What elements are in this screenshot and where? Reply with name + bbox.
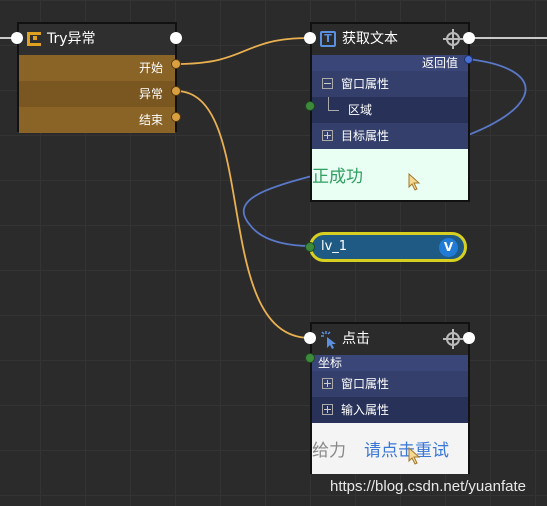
region-label: 区域 bbox=[348, 103, 373, 117]
tree-branch-icon bbox=[328, 97, 339, 111]
gettext-flow-in-port[interactable] bbox=[304, 32, 316, 44]
cursor-icon bbox=[408, 173, 421, 191]
region-port[interactable] bbox=[305, 101, 315, 111]
click-header[interactable]: 点击 bbox=[312, 324, 468, 355]
try-row-exception: 异常 bbox=[19, 81, 175, 107]
click-window-attr-label: 窗口属性 bbox=[341, 377, 390, 391]
coord-row: 坐标 bbox=[312, 355, 468, 371]
try-row-label: 结束 bbox=[138, 113, 163, 127]
expand-icon[interactable] bbox=[322, 378, 333, 389]
collapse-icon[interactable] bbox=[322, 78, 333, 89]
try-flow-in-port[interactable] bbox=[11, 32, 23, 44]
window-attr-row[interactable]: 窗口属性 bbox=[312, 71, 468, 97]
click-flow-out-port[interactable] bbox=[463, 332, 475, 344]
window-attr-label: 窗口属性 bbox=[341, 77, 390, 91]
try-flow-out-port[interactable] bbox=[170, 32, 182, 44]
input-attr-label: 输入属性 bbox=[341, 403, 390, 417]
click-title: 点击 bbox=[342, 331, 370, 347]
expand-icon[interactable] bbox=[322, 404, 333, 415]
crosshair-icon[interactable] bbox=[443, 329, 463, 349]
try-exception-node[interactable]: Try异常 开始 异常 结束 bbox=[17, 22, 177, 133]
cursor-icon bbox=[408, 447, 421, 465]
coord-port[interactable] bbox=[305, 353, 315, 363]
try-end-port[interactable] bbox=[171, 112, 181, 122]
input-attr-row[interactable]: 输入属性 bbox=[312, 397, 468, 423]
try-node-title: Try异常 bbox=[47, 31, 96, 47]
try-exception-port[interactable] bbox=[171, 86, 181, 96]
variable-v-icon[interactable]: V bbox=[439, 238, 458, 257]
try-start-port[interactable] bbox=[171, 59, 181, 69]
text-t-icon: T bbox=[320, 31, 336, 47]
region-row[interactable]: 区域 bbox=[312, 97, 468, 123]
click-preview: 给力 请点击重试 bbox=[312, 423, 468, 474]
try-row-label: 异常 bbox=[138, 87, 163, 101]
try-row-start: 开始 bbox=[19, 55, 175, 81]
coord-label: 坐标 bbox=[318, 356, 343, 370]
click-node[interactable]: 点击 坐标 窗口属性 输入属性 给力 请点击重试 bbox=[310, 322, 470, 474]
try-row-label: 开始 bbox=[138, 61, 163, 75]
crosshair-icon[interactable] bbox=[443, 29, 463, 49]
get-text-header[interactable]: T 获取文本 bbox=[312, 24, 468, 55]
preview-text: 正成功 bbox=[312, 167, 363, 187]
target-attr-row[interactable]: 目标属性 bbox=[312, 123, 468, 149]
return-value-row: 返回值 bbox=[312, 55, 468, 71]
try-row-end: 结束 bbox=[19, 107, 175, 133]
return-value-port[interactable] bbox=[464, 55, 473, 64]
wire-start-to-gettext bbox=[175, 37, 311, 65]
variable-name: lv_1 bbox=[321, 239, 348, 254]
get-text-preview: 正成功 bbox=[312, 149, 468, 200]
target-attr-label: 目标属性 bbox=[341, 129, 390, 143]
preview-blue-text: 请点击重试 bbox=[364, 441, 449, 461]
try-node-header[interactable]: Try异常 bbox=[19, 24, 175, 55]
click-window-attr-row[interactable]: 窗口属性 bbox=[312, 371, 468, 397]
get-text-title: 获取文本 bbox=[342, 31, 398, 47]
variable-lv1[interactable]: lv_1 V bbox=[309, 232, 467, 262]
expand-icon[interactable] bbox=[322, 130, 333, 141]
variable-port[interactable] bbox=[305, 242, 315, 252]
click-pointer-icon bbox=[321, 331, 336, 349]
wire-exception-to-click bbox=[175, 90, 311, 339]
watermark: https://blog.csdn.net/yuanfate bbox=[330, 478, 526, 495]
get-text-node[interactable]: T 获取文本 返回值 窗口属性 区域 目标属性 正成功 bbox=[310, 22, 470, 202]
preview-gray-text: 给力 bbox=[312, 441, 346, 461]
click-flow-in-port[interactable] bbox=[304, 332, 316, 344]
bracket-dot-icon bbox=[33, 36, 37, 40]
return-value-label: 返回值 bbox=[421, 56, 458, 70]
gettext-flow-out-port[interactable] bbox=[463, 32, 475, 44]
